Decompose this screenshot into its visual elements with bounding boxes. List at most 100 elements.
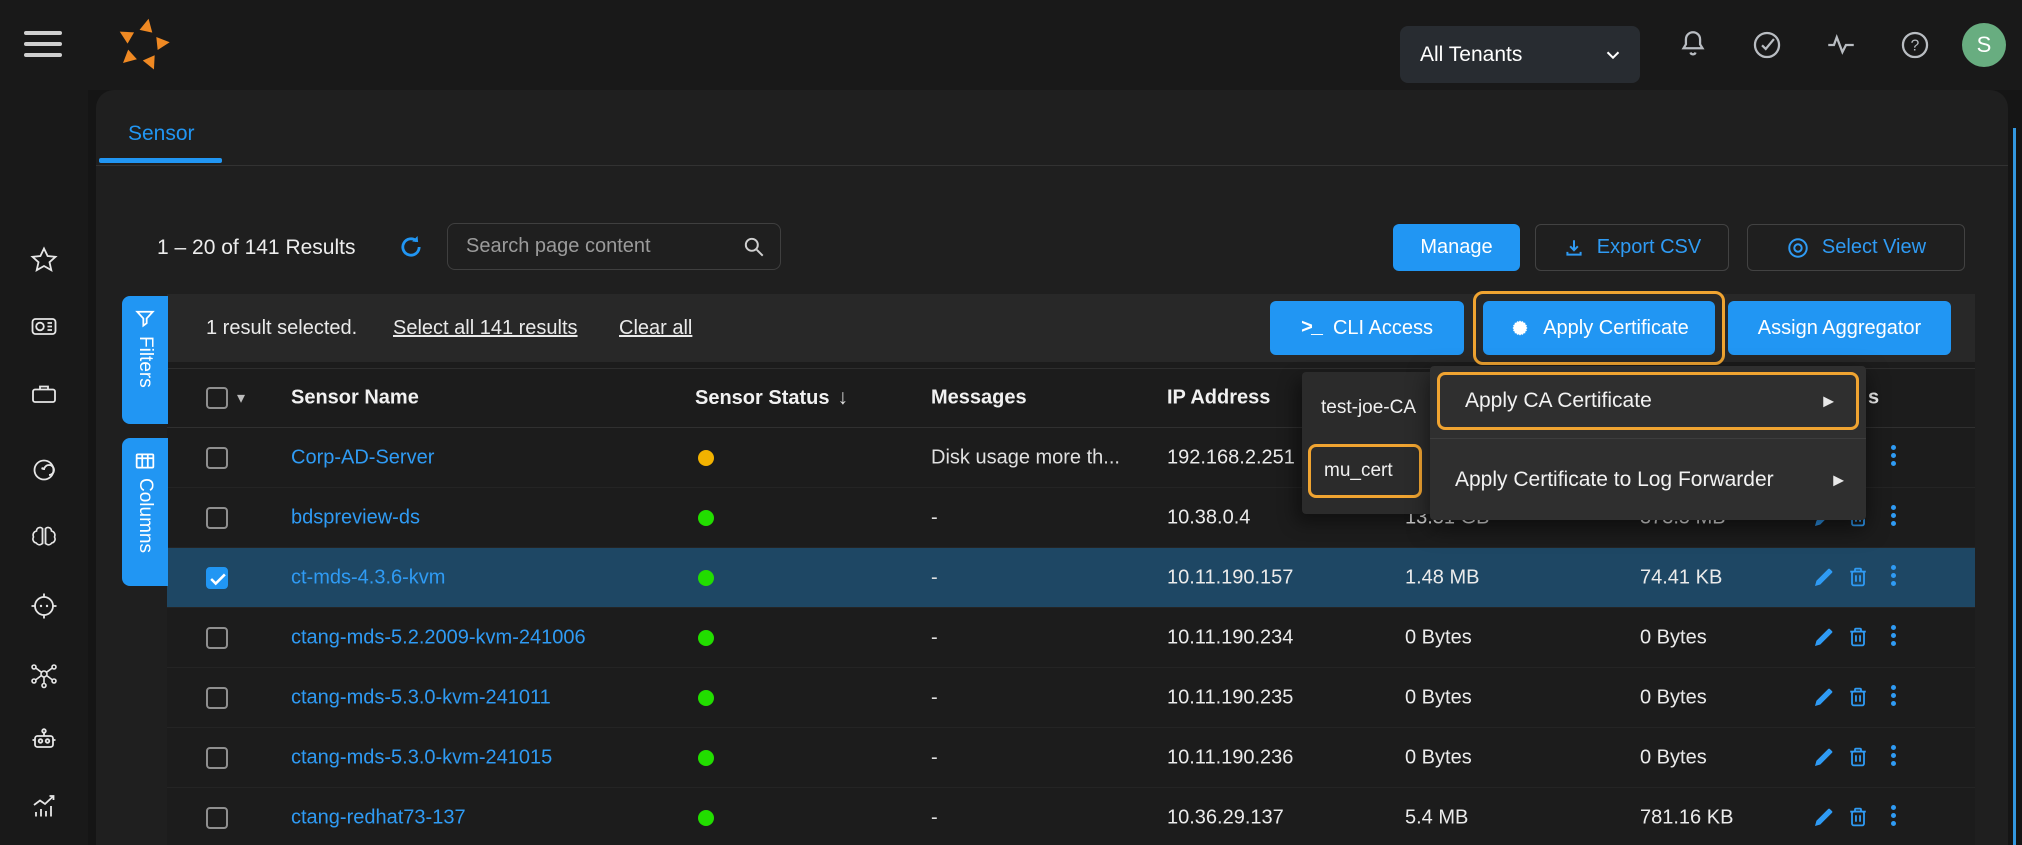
- selected-count-text: 1 result selected.: [206, 317, 357, 340]
- menu-item-apply-ca-certificate-highlighted[interactable]: Apply CA Certificate ▶: [1437, 372, 1859, 430]
- submenu-arrow-icon: ▶: [1833, 471, 1844, 488]
- manage-button[interactable]: Manage: [1393, 224, 1520, 271]
- hamburger-menu-icon[interactable]: [24, 31, 64, 59]
- apply-cert-log-forwarder-label: Apply Certificate to Log Forwarder: [1430, 468, 1774, 492]
- header-actions-partial[interactable]: s: [1868, 387, 1879, 410]
- user-avatar[interactable]: S: [1962, 23, 2006, 67]
- size-cell-2: 781.16 KB: [1640, 806, 1733, 829]
- kebab-menu-icon[interactable]: [1886, 445, 1900, 471]
- size-cell-2: 0 Bytes: [1640, 746, 1707, 769]
- row-checkbox[interactable]: [206, 747, 228, 769]
- kebab-menu-icon[interactable]: [1886, 805, 1900, 831]
- sensor-name-link[interactable]: ctang-redhat73-137: [291, 806, 466, 829]
- checkbox-caret-icon[interactable]: ▾: [237, 388, 245, 408]
- header-ip-address[interactable]: IP Address: [1167, 387, 1270, 410]
- help-question-icon[interactable]: ?: [1898, 28, 1932, 62]
- ip-address-cell: 10.38.0.4: [1167, 506, 1250, 529]
- header-sensor-status[interactable]: Sensor Status↓: [695, 386, 848, 410]
- filters-tab[interactable]: Filters: [122, 296, 168, 424]
- sidebar-item-ai-brain-icon[interactable]: [29, 523, 59, 553]
- menu-item-test-joe-ca[interactable]: test-joe-CA: [1302, 388, 1430, 428]
- activity-pulse-icon[interactable]: [1824, 28, 1858, 62]
- delete-trash-icon[interactable]: [1846, 745, 1872, 771]
- refresh-icon[interactable]: [397, 233, 425, 261]
- delete-trash-icon[interactable]: [1846, 565, 1872, 591]
- tab-bar-divider: [96, 165, 2008, 166]
- filters-tab-label: Filters: [134, 336, 156, 388]
- columns-icon: [135, 452, 155, 470]
- size-cell-1: 0 Bytes: [1405, 686, 1472, 709]
- certificate-submenu: test-joe-CA mu_cert: [1302, 372, 1430, 514]
- sidebar-item-threat-hunting-icon[interactable]: [29, 455, 59, 485]
- ip-address-cell: 10.11.190.234: [1167, 626, 1293, 649]
- menu-item-apply-cert-log-forwarder[interactable]: Apply Certificate to Log Forwarder ▶: [1430, 439, 1866, 520]
- sensor-name-link[interactable]: ct-mds-4.3.6-kvm: [291, 566, 445, 589]
- edit-pencil-icon[interactable]: [1812, 805, 1838, 831]
- sensor-name-link[interactable]: ctang-mds-5.3.0-kvm-241015: [291, 746, 552, 769]
- tab-sensor[interactable]: Sensor: [128, 122, 195, 146]
- cli-access-label: CLI Access: [1333, 317, 1433, 340]
- edit-pencil-icon[interactable]: [1812, 745, 1838, 771]
- row-checkbox[interactable]: [206, 447, 228, 469]
- columns-tab-label: Columns: [134, 478, 156, 553]
- kebab-menu-icon[interactable]: [1886, 625, 1900, 651]
- status-dot-green: [698, 810, 714, 826]
- size-cell-2: 0 Bytes: [1640, 626, 1707, 649]
- tenant-selector[interactable]: All Tenants: [1400, 26, 1640, 83]
- sidebar-item-automation-robot-icon[interactable]: [29, 725, 59, 755]
- sensor-name-link[interactable]: ctang-mds-5.2.2009-kvm-241006: [291, 626, 586, 649]
- status-dot-green: [698, 690, 714, 706]
- export-csv-button[interactable]: Export CSV: [1535, 224, 1729, 271]
- edit-pencil-icon[interactable]: [1812, 685, 1838, 711]
- delete-trash-icon[interactable]: [1846, 625, 1872, 651]
- results-summary: 1 – 20 of 141 Results: [157, 236, 355, 260]
- kebab-menu-icon[interactable]: [1886, 565, 1900, 591]
- window-edge-accent: [2013, 128, 2016, 845]
- kebab-menu-icon[interactable]: [1886, 505, 1900, 531]
- sidebar-item-reports-chart-icon[interactable]: [29, 791, 59, 821]
- row-checkbox[interactable]: [206, 567, 228, 589]
- tasks-check-icon[interactable]: [1750, 28, 1784, 62]
- header-sensor-name[interactable]: Sensor Name: [291, 387, 419, 410]
- header-messages[interactable]: Messages: [931, 387, 1027, 410]
- sidebar-item-dashboard-icon[interactable]: [29, 311, 59, 341]
- notifications-bell-icon[interactable]: [1676, 28, 1710, 62]
- sensor-name-link[interactable]: Corp-AD-Server: [291, 446, 434, 469]
- menu-item-mu-cert-highlighted[interactable]: mu_cert: [1308, 444, 1422, 498]
- assign-aggregator-label: Assign Aggregator: [1758, 317, 1921, 340]
- assign-aggregator-button[interactable]: Assign Aggregator: [1728, 301, 1951, 355]
- columns-tab[interactable]: Columns: [122, 438, 168, 586]
- menu-item-mu-cert-label: mu_cert: [1311, 460, 1393, 482]
- select-all-checkbox[interactable]: [206, 387, 228, 409]
- sensor-name-link[interactable]: bdspreview-ds: [291, 506, 420, 529]
- delete-trash-icon[interactable]: [1846, 805, 1872, 831]
- row-checkbox[interactable]: [206, 687, 228, 709]
- row-checkbox[interactable]: [206, 507, 228, 529]
- select-all-link[interactable]: Select all 141 results: [393, 317, 578, 340]
- kebab-menu-icon[interactable]: [1886, 685, 1900, 711]
- sidebar-item-network-graph-icon[interactable]: [29, 659, 59, 689]
- menu-item-test-joe-ca-label: test-joe-CA: [1302, 397, 1416, 419]
- delete-trash-icon[interactable]: [1846, 685, 1872, 711]
- tenant-selector-value: All Tenants: [1400, 43, 1522, 67]
- clear-all-link[interactable]: Clear all: [619, 317, 692, 340]
- row-checkbox[interactable]: [206, 627, 228, 649]
- sidebar-item-favorites-star-icon[interactable]: [29, 245, 59, 275]
- sensor-name-link[interactable]: ctang-mds-5.3.0-kvm-241011: [291, 686, 551, 709]
- edit-pencil-icon[interactable]: [1812, 625, 1838, 651]
- kebab-menu-icon[interactable]: [1886, 745, 1900, 771]
- ip-address-cell: 192.168.2.251: [1167, 446, 1295, 469]
- row-checkbox[interactable]: [206, 807, 228, 829]
- sidebar-item-target-icon[interactable]: [29, 591, 59, 621]
- brand-logo-icon[interactable]: [112, 13, 174, 77]
- edit-pencil-icon[interactable]: [1812, 565, 1838, 591]
- manage-button-label: Manage: [1420, 236, 1492, 259]
- sidebar-item-briefcase-icon[interactable]: [29, 379, 59, 409]
- search-placeholder: Search page content: [466, 235, 651, 258]
- terminal-icon: >_: [1301, 317, 1321, 340]
- search-input[interactable]: Search page content: [447, 223, 781, 270]
- select-view-button[interactable]: Select View: [1747, 224, 1965, 271]
- size-cell-1: 5.4 MB: [1405, 806, 1468, 829]
- cli-access-button[interactable]: >_ CLI Access: [1270, 301, 1464, 355]
- messages-cell: -: [931, 506, 938, 529]
